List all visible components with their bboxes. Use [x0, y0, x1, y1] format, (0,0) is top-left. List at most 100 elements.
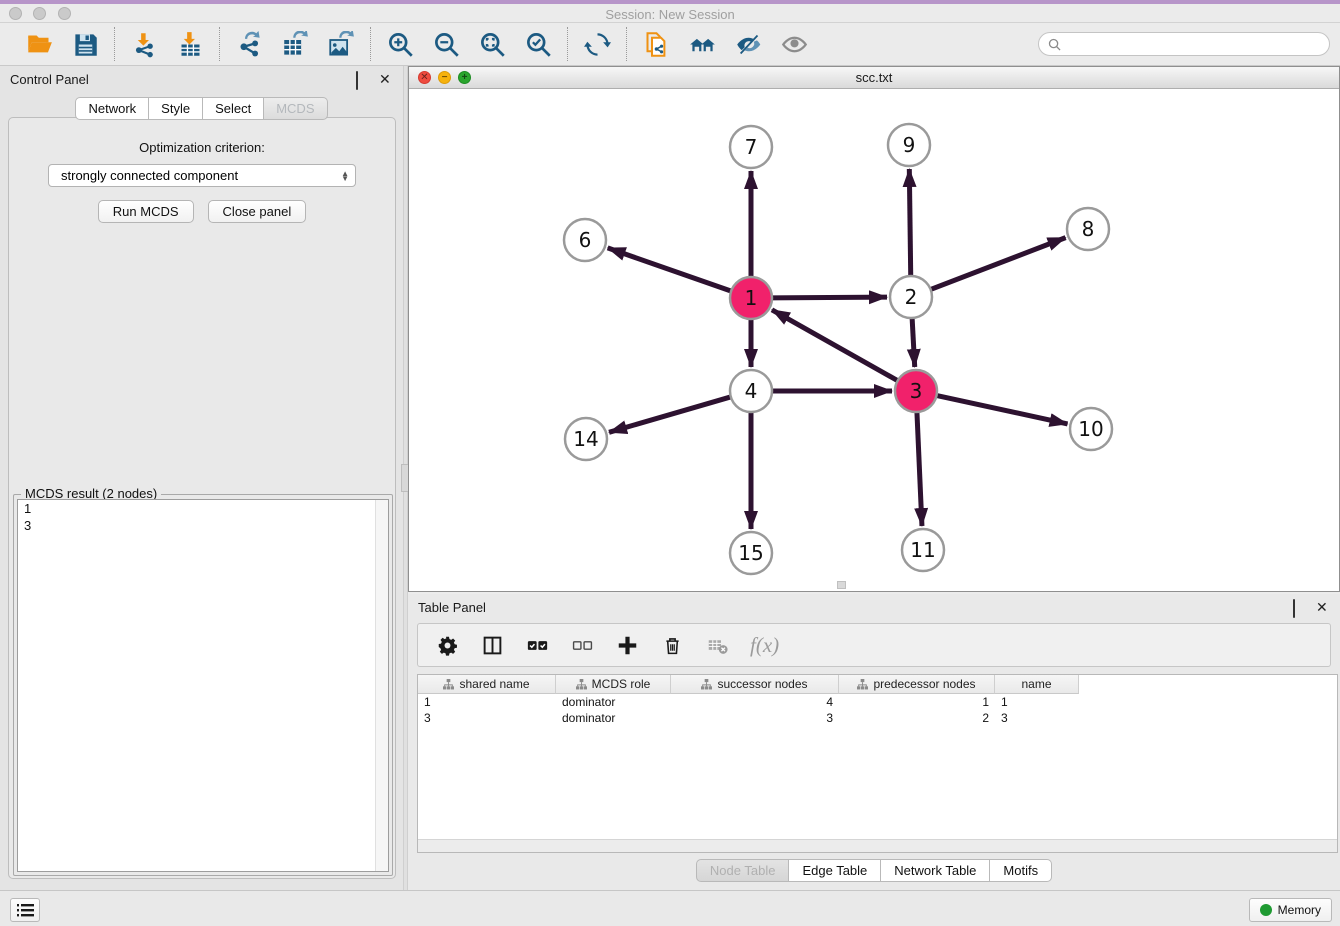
edge-3-1[interactable]	[772, 310, 900, 382]
table-settings-icon[interactable]	[435, 633, 459, 657]
float-table-panel-icon[interactable]	[1293, 599, 1295, 618]
column-header-shared-name[interactable]: shared name	[418, 675, 556, 694]
hide-selected-icon[interactable]	[733, 29, 763, 59]
close-panel-button[interactable]: Close panel	[208, 200, 307, 223]
network-canvas[interactable]: 7 9 6 8 1 2 4 3 14 10 15 11	[409, 89, 1339, 591]
node-2[interactable]: 2	[890, 276, 932, 318]
import-table-icon[interactable]	[175, 29, 205, 59]
cell-MCDS-role[interactable]: dominator	[556, 710, 671, 726]
zoom-out-icon[interactable]	[431, 29, 461, 59]
delete-table-icon[interactable]	[705, 633, 729, 657]
column-header-successor-nodes[interactable]: successor nodes	[671, 675, 839, 694]
node-1[interactable]: 1	[730, 277, 772, 319]
add-column-icon[interactable]	[615, 633, 639, 657]
cell-name[interactable]: 1	[995, 694, 1079, 710]
table-row[interactable]: 3dominator323	[418, 710, 1337, 726]
node-11[interactable]: 11	[902, 529, 944, 571]
delete-column-icon[interactable]	[660, 633, 684, 657]
cell-shared-name[interactable]: 1	[418, 694, 556, 710]
node-10[interactable]: 10	[1070, 408, 1112, 450]
column-label: shared name	[459, 677, 529, 691]
task-history-button[interactable]	[10, 898, 40, 922]
edge-3-10[interactable]	[935, 395, 1068, 424]
import-network-icon[interactable]	[129, 29, 159, 59]
column-header-name[interactable]: name	[995, 675, 1079, 694]
export-network-icon[interactable]	[234, 29, 264, 59]
node-label: 14	[573, 427, 598, 451]
table-scrollbar[interactable]	[418, 839, 1337, 852]
node-6[interactable]: 6	[564, 219, 606, 261]
node-14[interactable]: 14	[565, 418, 607, 460]
export-image-icon[interactable]	[326, 29, 356, 59]
criterion-select[interactable]: strongly connected component ▲▼	[48, 164, 356, 187]
cell-successor-nodes[interactable]: 4	[671, 694, 839, 710]
close-table-panel-icon[interactable]: ✕	[1316, 600, 1330, 614]
node-9[interactable]: 9	[888, 124, 930, 166]
column-layout-icon[interactable]	[480, 633, 504, 657]
cell-predecessor-nodes[interactable]: 1	[839, 694, 995, 710]
show-all-icon[interactable]	[779, 29, 809, 59]
edge-1-2[interactable]	[770, 297, 887, 298]
table-row[interactable]: 1dominator411	[418, 694, 1337, 710]
table-panel-tabs: Node TableEdge TableNetwork TableMotifs	[696, 859, 1052, 882]
node-4[interactable]: 4	[730, 370, 772, 412]
edge-3-11[interactable]	[917, 410, 922, 526]
cell-successor-nodes[interactable]: 3	[671, 710, 839, 726]
tab-network[interactable]: Network	[75, 97, 149, 120]
run-mcds-button[interactable]: Run MCDS	[98, 200, 194, 223]
node-label: 11	[910, 538, 935, 562]
tab-mcds[interactable]: MCDS	[264, 97, 327, 120]
column-header-MCDS-role[interactable]: MCDS role	[556, 675, 671, 694]
edge-1-6[interactable]	[608, 248, 733, 292]
tab-motifs[interactable]: Motifs	[990, 859, 1052, 882]
apply-layout-icon[interactable]	[582, 29, 612, 59]
cell-shared-name[interactable]: 3	[418, 710, 556, 726]
tab-network-table[interactable]: Network Table	[881, 859, 990, 882]
zoom-fit-icon[interactable]	[477, 29, 507, 59]
node-label: 9	[903, 133, 916, 157]
export-table-icon[interactable]	[280, 29, 310, 59]
edge-2-3[interactable]	[912, 316, 915, 367]
tab-edge-table[interactable]: Edge Table	[789, 859, 881, 882]
network-window-titlebar[interactable]: ✕ − + scc.txt	[409, 67, 1339, 89]
zoom-in-icon[interactable]	[385, 29, 415, 59]
clone-network-icon[interactable]	[641, 29, 671, 59]
node-3[interactable]: 3	[895, 370, 937, 412]
select-all-rows-icon[interactable]	[525, 633, 549, 657]
mcds-result-group: MCDS result (2 nodes) 13	[13, 494, 393, 876]
node-8[interactable]: 8	[1067, 208, 1109, 250]
cell-predecessor-nodes[interactable]: 2	[839, 710, 995, 726]
edge-2-8[interactable]	[929, 238, 1066, 291]
first-neighbors-icon[interactable]	[687, 29, 717, 59]
node-label: 3	[910, 379, 923, 403]
function-builder-icon[interactable]: f(x)	[750, 633, 779, 658]
float-panel-icon[interactable]	[356, 71, 358, 90]
open-session-icon[interactable]	[24, 29, 54, 59]
zoom-selected-icon[interactable]	[523, 29, 553, 59]
node-label: 7	[745, 135, 758, 159]
save-session-icon[interactable]	[70, 29, 100, 59]
memory-button[interactable]: Memory	[1249, 898, 1332, 922]
search-input[interactable]	[1061, 37, 1320, 51]
optimization-criterion-label: Optimization criterion:	[9, 140, 395, 155]
node-table: shared name MCDS rolesuccessor nodesprede…	[417, 674, 1338, 853]
search-box[interactable]	[1038, 32, 1330, 56]
deselect-all-rows-icon[interactable]	[570, 633, 594, 657]
edge-2-9[interactable]	[909, 169, 910, 278]
column-tree-icon	[701, 679, 712, 690]
column-header-predecessor-nodes[interactable]: predecessor nodes	[839, 675, 995, 694]
search-icon	[1048, 38, 1061, 51]
cell-name[interactable]: 3	[995, 710, 1079, 726]
tab-node-table[interactable]: Node Table	[696, 859, 790, 882]
tab-style[interactable]: Style	[149, 97, 203, 120]
node-15[interactable]: 15	[730, 532, 772, 574]
node-7[interactable]: 7	[730, 126, 772, 168]
canvas-scroll-thumb[interactable]	[837, 581, 846, 589]
mcds-result-list[interactable]: 13	[17, 499, 389, 872]
edge-4-14[interactable]	[609, 396, 733, 432]
cell-MCDS-role[interactable]: dominator	[556, 694, 671, 710]
network-window-title: scc.txt	[409, 70, 1339, 85]
result-scrollbar[interactable]	[375, 500, 388, 871]
close-panel-icon[interactable]: ✕	[379, 72, 393, 86]
tab-select[interactable]: Select	[203, 97, 264, 120]
